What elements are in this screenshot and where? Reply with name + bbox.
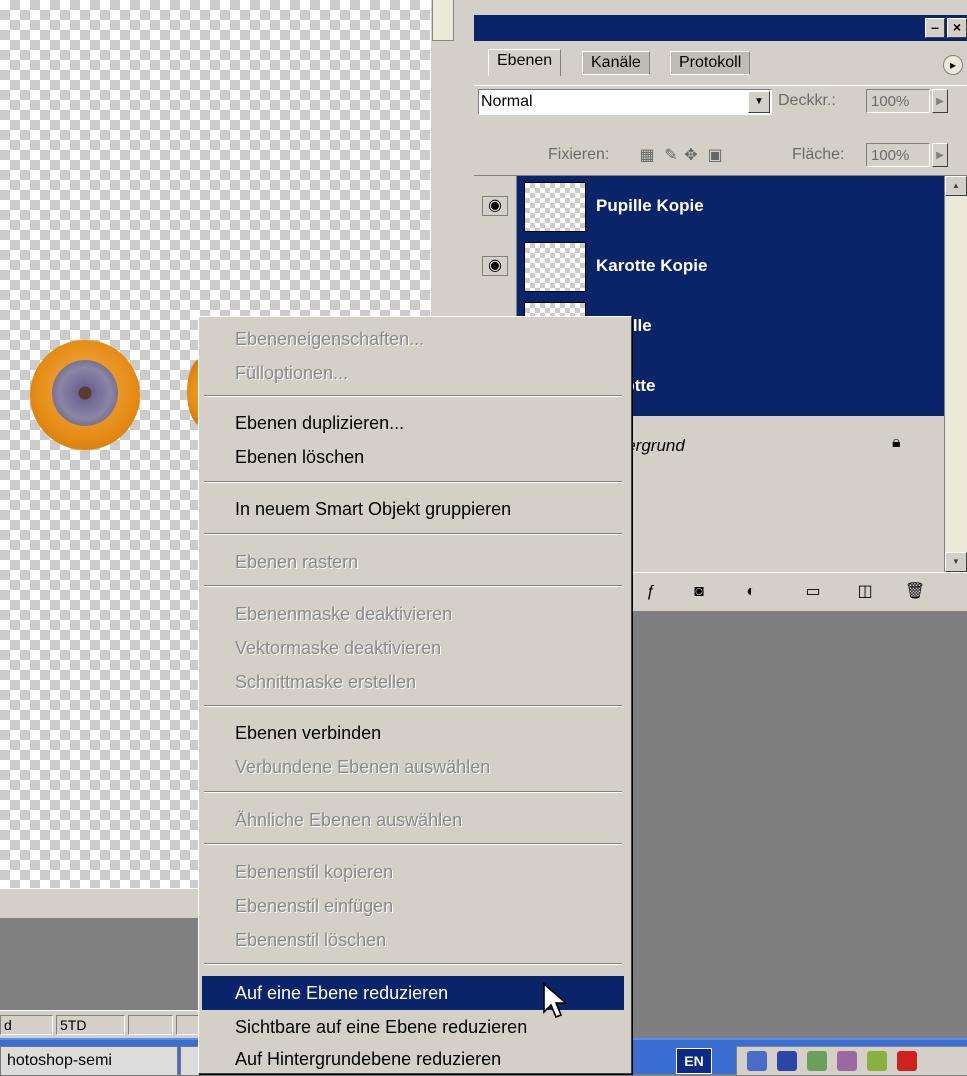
palette-tabs: Ebenen Kanäle Protokoll ▸ — [474, 41, 967, 86]
layer-style-icon[interactable]: ƒ — [640, 581, 662, 603]
tab-ebenen[interactable]: Ebenen — [488, 49, 562, 76]
new-layer-icon[interactable]: ◫ — [854, 581, 876, 603]
pupil-graphic — [52, 360, 118, 426]
opacity-arrow-icon[interactable]: ▶ — [932, 89, 948, 113]
tray-security-icon[interactable] — [867, 1051, 887, 1071]
layer-thumbnail — [524, 182, 586, 232]
menu-item-smart-objekt[interactable]: In neuem Smart Objekt gruppieren — [202, 492, 624, 526]
tray-app-icon[interactable] — [837, 1051, 857, 1071]
menu-item-ebenenstil-kopieren[interactable]: Ebenenstil kopieren — [202, 855, 624, 889]
menu-separator — [204, 843, 622, 845]
layer-context-menu: Ebeneneigenschaften... Fülloptionen... E… — [198, 316, 632, 1074]
blend-row: Normal ▼ Deckkr.: 100% ▶ — [474, 85, 967, 121]
layer-row-karotte-kopie[interactable]: ◉ Karotte Kopie — [474, 236, 944, 297]
status-segment — [128, 1015, 173, 1035]
chevron-down-icon[interactable]: ▼ — [748, 91, 770, 113]
language-indicator[interactable]: EN — [676, 1048, 712, 1074]
tray-display-icon[interactable] — [777, 1051, 797, 1071]
layer-row-pupille-kopie[interactable]: ◉ Pupille Kopie — [474, 176, 944, 237]
scrollbar-thumb[interactable] — [432, 0, 454, 41]
menu-item-vektormaske-deaktivieren[interactable]: Vektormaske deaktivieren — [202, 631, 624, 665]
tray-volume-icon[interactable] — [807, 1051, 827, 1071]
status-segment: d — [0, 1015, 53, 1035]
menu-item-ebenen-duplizieren[interactable]: Ebenen duplizieren... — [202, 406, 624, 440]
menu-separator — [204, 481, 622, 483]
tray-adobe-icon[interactable] — [897, 1051, 917, 1071]
menu-item-hintergrundebene-reduzieren[interactable]: Auf Hintergrundebene reduzieren — [202, 1042, 624, 1073]
adjustment-layer-icon[interactable]: ◐ — [740, 581, 762, 603]
menu-item-fuelloptionen[interactable]: Fülloptionen... — [202, 356, 624, 390]
layer-name: Pupille Kopie — [596, 196, 704, 215]
blend-mode-select[interactable]: Normal ▼ — [478, 89, 772, 115]
mouse-cursor-icon — [543, 982, 569, 1019]
layer-thumbnail — [524, 242, 586, 292]
tab-protokoll[interactable]: Protokoll — [670, 51, 751, 75]
menu-item-ebenenstil-einfuegen[interactable]: Ebenenstil einfügen — [202, 889, 624, 923]
visibility-cell[interactable]: ◉ — [474, 176, 517, 236]
menu-item-aehnliche-ebenen-auswaehlen[interactable]: Ähnliche Ebenen auswählen — [202, 803, 624, 837]
lock-label: Fixieren: — [548, 146, 610, 163]
new-group-icon[interactable]: ▭ — [802, 581, 824, 603]
visibility-cell[interactable]: ◉ — [474, 236, 517, 296]
fill-arrow-icon[interactable]: ▶ — [932, 143, 948, 167]
menu-item-ebenenmaske-deaktivieren[interactable]: Ebenenmaske deaktivieren — [202, 597, 624, 631]
minimize-icon[interactable]: – — [925, 18, 945, 38]
lock-all-icon[interactable]: ▣ — [706, 147, 724, 165]
lock-row: Fixieren: ▦ ✎ ✥ ▣ Fläche: 100% ▶ — [474, 121, 967, 176]
menu-item-ebenen-verbinden[interactable]: Ebenen verbinden — [202, 716, 624, 750]
tab-kanaele[interactable]: Kanäle — [582, 51, 650, 75]
tray-network-icon[interactable] — [747, 1051, 767, 1071]
fill-label: Fläche: — [792, 146, 845, 163]
menu-separator — [204, 395, 622, 397]
palette-titlebar[interactable]: – × — [474, 15, 967, 41]
lock-position-icon[interactable]: ✥ — [682, 147, 700, 165]
scroll-down-icon[interactable]: ▼ — [945, 552, 967, 572]
palette-menu-icon[interactable]: ▸ — [943, 55, 963, 75]
menu-separator — [204, 585, 622, 587]
menu-item-schnittmaske-erstellen[interactable]: Schnittmaske erstellen — [202, 665, 624, 699]
close-icon[interactable]: × — [947, 18, 967, 38]
layers-scrollbar[interactable]: ▲ ▼ — [944, 176, 967, 572]
eye-icon[interactable]: ◉ — [482, 196, 508, 216]
layer-lock-icon: 🔒︎ — [892, 434, 901, 451]
add-mask-icon[interactable]: ◙ — [688, 581, 710, 603]
menu-item-ebeneneigenschaften[interactable]: Ebeneneigenschaften... — [202, 322, 624, 356]
blend-mode-value: Normal — [481, 93, 533, 110]
menu-separator — [204, 963, 622, 965]
menu-item-verbundene-ebenen-auswaehlen[interactable]: Verbundene Ebenen auswählen — [202, 750, 624, 784]
menu-item-ebenen-loeschen[interactable]: Ebenen löschen — [202, 440, 624, 474]
menu-item-ebenen-rastern[interactable]: Ebenen rastern — [202, 545, 624, 579]
menu-item-ebenenstil-loeschen[interactable]: Ebenenstil löschen — [202, 923, 624, 957]
lock-pixels-icon[interactable]: ✎ — [662, 147, 680, 165]
trash-icon[interactable]: 🗑︎ — [904, 581, 926, 603]
scroll-up-icon[interactable]: ▲ — [945, 176, 967, 196]
status-segment: 5TD — [56, 1015, 125, 1035]
lock-transparency-icon[interactable]: ▦ — [638, 147, 656, 165]
eye-icon[interactable]: ◉ — [482, 256, 508, 276]
layer-name: Karotte Kopie — [596, 256, 708, 275]
opacity-label: Deckkr.: — [778, 92, 836, 109]
fill-field[interactable]: 100% — [866, 143, 930, 167]
opacity-field[interactable]: 100% — [866, 89, 930, 113]
menu-separator — [204, 705, 622, 707]
menu-separator — [204, 533, 622, 535]
menu-separator — [204, 791, 622, 793]
